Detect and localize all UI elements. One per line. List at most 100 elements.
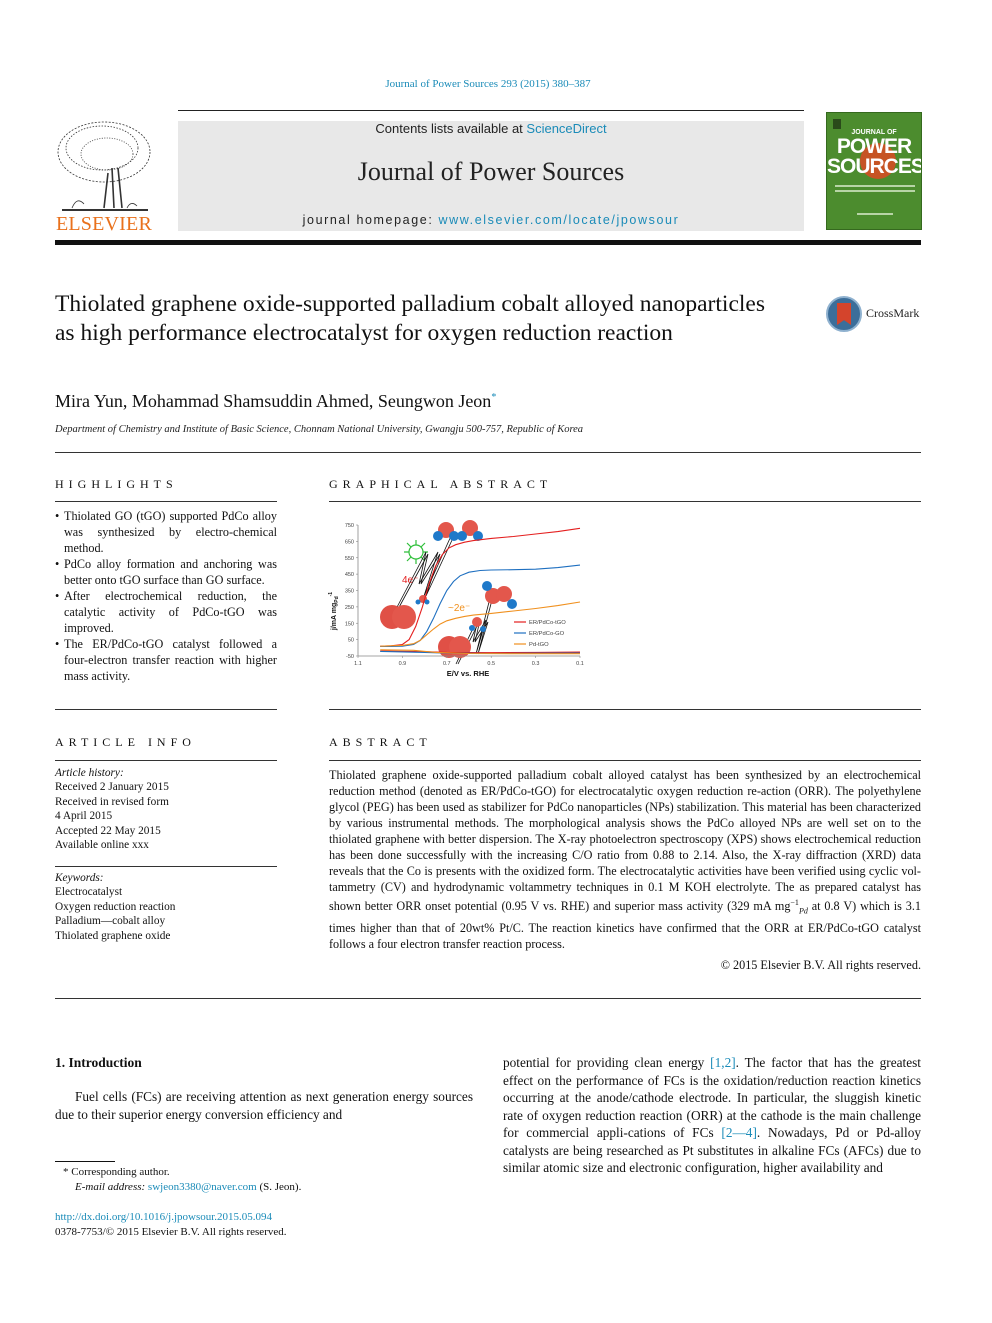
homepage-link[interactable]: www.elsevier.com/locate/jpowsour xyxy=(438,213,679,227)
history-item: Received in revised form xyxy=(55,795,169,808)
keywords-label: Keywords: xyxy=(55,872,104,884)
email-link[interactable]: swjeon3380@naver.com xyxy=(148,1181,257,1193)
corresponding-mark[interactable]: * xyxy=(491,392,496,403)
corresponding-note: * Corresponding author. xyxy=(63,1166,170,1178)
cover-subtitle-line xyxy=(835,190,915,192)
x-axis-label: E/V vs. RHE xyxy=(447,669,490,678)
highlight-item: After electrochemical reduction, the cat… xyxy=(55,588,277,636)
doi-block: http://dx.doi.org/10.1016/j.jpowsour.201… xyxy=(55,1210,475,1240)
x-tick-label: 0.5 xyxy=(487,661,495,667)
y-tick-label: 550 xyxy=(345,556,354,562)
history-label: Article history: xyxy=(55,767,124,779)
affiliation: Department of Chemistry and Institute of… xyxy=(55,424,584,435)
abstract-text-part-1: Thiolated graphene oxide-supported palla… xyxy=(329,768,921,914)
graphical-abstract-chart[interactable]: 750 650 550 450 350 250 150 50 -50 1.1 0.9 0.7 0.5 0.… xyxy=(326,516,590,682)
article-info-rule xyxy=(55,760,277,761)
y-tick-label: 250 xyxy=(345,605,354,611)
email-line: E-mail address: swjeon3380@naver.com (S.… xyxy=(55,1180,475,1195)
o2-molecule xyxy=(438,636,471,658)
highlight-item: Thiolated GO (tGO) supported PdCo alloy … xyxy=(55,508,277,556)
email-label: E-mail address: xyxy=(75,1181,148,1193)
keyword-item: Thiolated graphene oxide xyxy=(55,929,171,942)
y-axis-label-sup: -1 xyxy=(328,592,334,597)
keywords-rule xyxy=(55,866,277,867)
homepage-prefix: journal homepage: xyxy=(302,213,439,227)
cover-title: POWER SOURCES xyxy=(827,136,922,178)
reference-link[interactable]: [1,2] xyxy=(710,1055,735,1070)
y-axis-label-sub: Pd xyxy=(334,596,340,602)
annotation-4e: 4e⁻ xyxy=(402,575,418,586)
history-item: Available online xxx xyxy=(55,839,149,852)
crossmark-label: CrossMark xyxy=(866,306,920,320)
highlights-bottom-rule xyxy=(55,709,277,710)
highlights-list: Thiolated GO (tGO) supported PdCo alloy … xyxy=(55,508,277,684)
crossmark-badge[interactable]: CrossMark xyxy=(826,296,926,334)
highlights-heading: HIGHLIGHTS xyxy=(55,477,178,491)
journal-cover[interactable]: JOURNAL OF POWER SOURCES xyxy=(826,112,922,230)
highlight-item: The ER/PdCo-tGO catalyst followed a four… xyxy=(55,636,277,684)
x-tick-label: 1.1 xyxy=(354,661,362,667)
peroxide-molecule xyxy=(482,581,517,609)
y-tick-label: 450 xyxy=(345,572,354,578)
contents-line: Contents lists available at ScienceDirec… xyxy=(178,121,804,136)
article-info-heading: ARTICLE INFO xyxy=(55,735,196,749)
contents-prefix: Contents lists available at xyxy=(375,121,527,136)
molecule-illustrations xyxy=(380,520,517,665)
journal-banner: Contents lists available at ScienceDirec… xyxy=(178,121,804,231)
authors: Mira Yun, Mohammad Shamsuddin Ahmed, Seu… xyxy=(55,391,492,411)
cover-line-3: SOURCES xyxy=(827,155,922,178)
unit-subscript: Pd xyxy=(798,906,808,916)
header-rule xyxy=(178,110,804,111)
chart-svg: 750 650 550 450 350 250 150 50 -501.1 0.9 0.7 0.5 0.… xyxy=(328,520,584,678)
y-axis-label: j/mA mgPd-1 xyxy=(328,592,340,631)
abstract-text: Thiolated graphene oxide-supported palla… xyxy=(329,767,921,952)
unit-superscript: −1 xyxy=(790,898,799,907)
article-title: Thiolated graphene oxide-supported palla… xyxy=(55,291,765,346)
legend-label: Pd-tGO xyxy=(529,642,549,648)
annotation-2e: ~2e⁻ xyxy=(448,603,470,614)
elsevier-tree-icon xyxy=(57,121,151,211)
keyword-item: Oxygen reduction reaction xyxy=(55,900,176,913)
intro-text: potential for providing clean energy xyxy=(503,1055,711,1070)
history-item: Accepted 22 May 2015 xyxy=(55,824,161,837)
x-tick-label: 0.9 xyxy=(399,661,407,667)
abstract-copyright: © 2015 Elsevier B.V. All rights reserved… xyxy=(720,958,921,972)
introduction-right-column: potential for providing clean energy [1,… xyxy=(503,1054,921,1177)
x-tick-label: 0.7 xyxy=(443,661,451,667)
history-item: 4 April 2015 xyxy=(55,810,113,823)
highlight-item: PdCo alloy formation and anchoring was b… xyxy=(55,556,277,588)
x-tick-label: 0.3 xyxy=(532,661,540,667)
legend-label: ER/PdCo-tGO xyxy=(529,620,566,626)
water-molecule xyxy=(433,520,483,541)
chart-legend: ER/PdCo-tGO ER/PdCo-GO Pd-tGO xyxy=(514,620,566,648)
front-matter-rule xyxy=(55,998,921,999)
cover-editor-line xyxy=(857,213,893,215)
footnote: * Corresponding author. E-mail address: … xyxy=(55,1165,475,1195)
keyword-item: Palladium—cobalt alloy xyxy=(55,915,166,928)
y-tick-label: -50 xyxy=(346,654,354,660)
graphical-abstract-bottom-rule xyxy=(329,709,921,710)
header-thick-rule xyxy=(55,240,921,245)
cover-subtitle-line xyxy=(835,185,915,187)
keywords: Keywords: Electrocatalyst Oxygen reducti… xyxy=(55,871,277,943)
journal-homepage: journal homepage: www.elsevier.com/locat… xyxy=(178,213,804,227)
y-tick-label: 650 xyxy=(345,539,354,545)
journal-citation[interactable]: Journal of Power Sources 293 (2015) 380–… xyxy=(0,78,976,90)
author-list: Mira Yun, Mohammad Shamsuddin Ahmed, Seu… xyxy=(55,391,496,412)
reference-link[interactable]: [2—4] xyxy=(721,1125,756,1140)
issn-line: 0378-7753/© 2015 Elsevier B.V. All right… xyxy=(55,1226,287,1238)
x-tick-label: 0.1 xyxy=(576,661,584,667)
y-tick-label: 150 xyxy=(345,621,354,627)
y-tick-label: 50 xyxy=(348,638,354,644)
email-suffix: (S. Jeon). xyxy=(256,1181,302,1193)
graphical-abstract-heading: GRAPHICAL ABSTRACT xyxy=(329,477,553,491)
history-item: Received 2 January 2015 xyxy=(55,781,169,794)
abstract-rule xyxy=(329,760,921,761)
sciencedirect-link[interactable]: ScienceDirect xyxy=(526,121,606,136)
section-rule xyxy=(55,452,921,453)
introduction-left-column: Fuel cells (FCs) are receiving attention… xyxy=(55,1089,473,1122)
y-tick-label: 750 xyxy=(345,523,354,529)
doi-link[interactable]: http://dx.doi.org/10.1016/j.jpowsour.201… xyxy=(55,1210,475,1225)
abstract-heading: ABSTRACT xyxy=(329,735,432,749)
elsevier-logo[interactable]: ELSEVIER xyxy=(52,118,156,236)
